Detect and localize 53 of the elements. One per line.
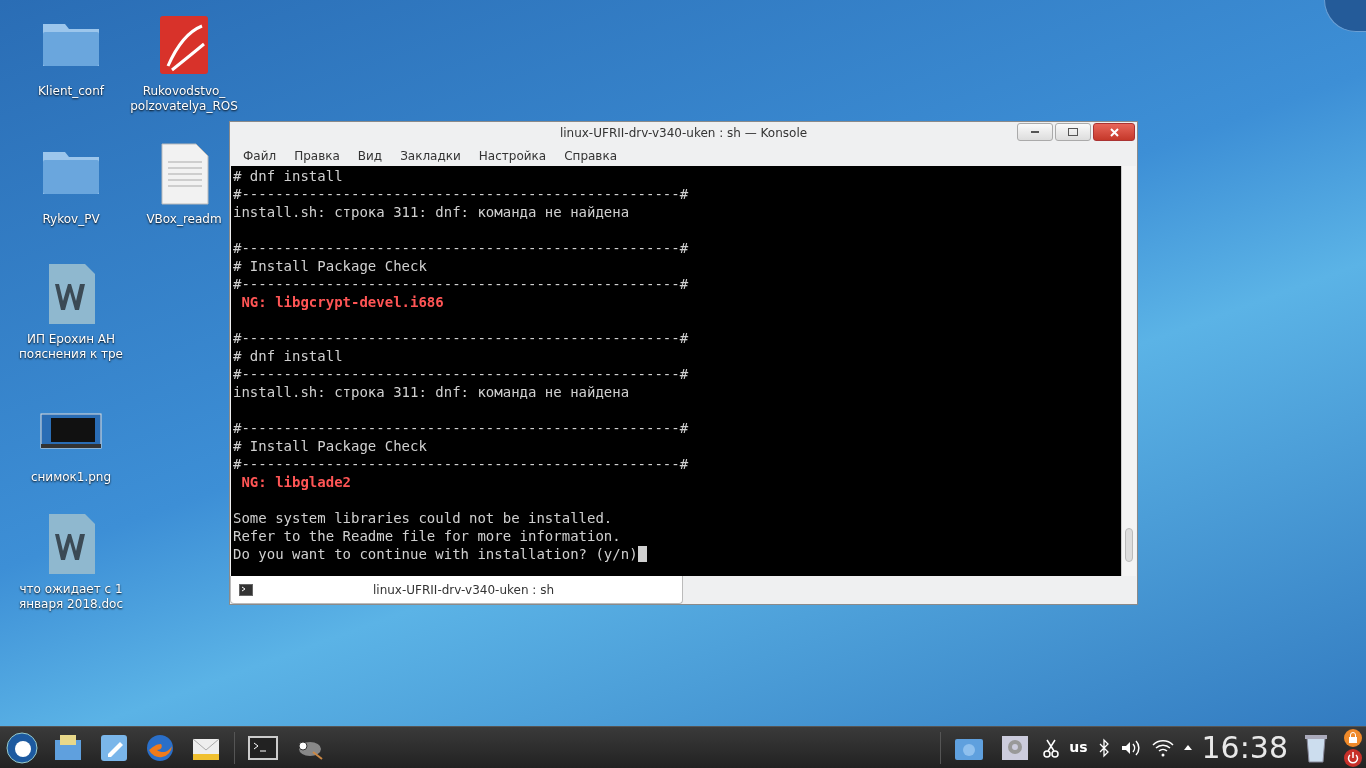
prompt-text: Do you want to continue with installation? (y/n) [233, 546, 638, 562]
file-label: VBox_readm [146, 212, 222, 227]
lock-icon[interactable] [1344, 728, 1362, 747]
keyboard-layout[interactable]: us [1069, 737, 1088, 758]
expand-arrow-icon[interactable] [1183, 745, 1192, 750]
scrollbar[interactable] [1121, 166, 1136, 576]
terminal-line: Some system libraries could not be installed. [233, 509, 614, 527]
menu-item[interactable]: Справка [555, 144, 627, 166]
terminal-line: #----------------------------------------------------# [233, 185, 690, 203]
window-title: linux-UFRII-drv-v340-uken : sh — Konsole [559, 125, 808, 142]
app-launcher-icon[interactable] [6, 731, 38, 764]
file-label: снимок1.png [30, 470, 112, 485]
menu-item[interactable]: Закладки [391, 144, 470, 166]
terminal-tab[interactable]: linux-UFRII-drv-v340-uken : sh [230, 576, 683, 604]
terminal-icon [239, 583, 253, 596]
terminal-line: # Install Package Check [233, 437, 428, 455]
terminal-line: Refer to the Readme file for more information. [233, 527, 622, 545]
error-line: NG: libglade2 [240, 473, 352, 491]
text-cursor [637, 546, 647, 562]
clock[interactable]: 16:38 [1201, 729, 1288, 766]
wifi-icon[interactable] [1151, 738, 1174, 757]
terminal-line: # dnf install [233, 167, 344, 185]
terminal-line: #----------------------------------------------------# [233, 455, 690, 473]
scissors-icon[interactable] [1043, 737, 1060, 758]
close-button[interactable] [1093, 123, 1135, 141]
terminal-line: # dnf install [233, 347, 344, 365]
terminal-line: #----------------------------------------------------# [233, 275, 690, 293]
menu-item[interactable]: Настройка [469, 144, 556, 166]
terminal-line: #----------------------------------------------------# [233, 239, 690, 257]
terminal-line: #----------------------------------------------------# [233, 419, 690, 437]
maximize-button[interactable] [1055, 123, 1091, 141]
file-label: ИП Ерохин АН пояснения к тре [19, 332, 123, 362]
file-label: Rykov_PV [42, 212, 100, 227]
terminal-line: #----------------------------------------------------# [233, 365, 690, 383]
terminal-line: install.sh: строка 311: dnf: команда не найдена [233, 383, 631, 401]
volume-icon[interactable] [1119, 738, 1142, 757]
bluetooth-icon[interactable] [1097, 737, 1110, 758]
power-icon[interactable] [1344, 748, 1362, 767]
error-line: NG: libgcrypt-devel.i686 [240, 293, 445, 311]
terminal-line: install.sh: строка 311: dnf: команда не найдена [233, 203, 631, 221]
file-label: Rukovodstvo_ polzovatelya_ROS [130, 84, 238, 114]
minimize-button[interactable] [1017, 123, 1053, 141]
minimize-icon [1031, 131, 1039, 133]
menu-item[interactable]: Вид [348, 144, 392, 166]
close-icon [1109, 127, 1119, 137]
terminal-line: # Install Package Check [233, 257, 428, 275]
terminal-line: #----------------------------------------------------# [233, 329, 690, 347]
scrollbar-thumb[interactable] [1125, 528, 1133, 562]
maximize-icon [1068, 128, 1078, 136]
file-label: что ожидает с 1 января 2018.doc [18, 582, 124, 612]
menu-item[interactable]: Правка [285, 144, 349, 166]
file-label: Klient_conf [38, 84, 104, 99]
menu-item[interactable]: Файл [234, 144, 286, 166]
